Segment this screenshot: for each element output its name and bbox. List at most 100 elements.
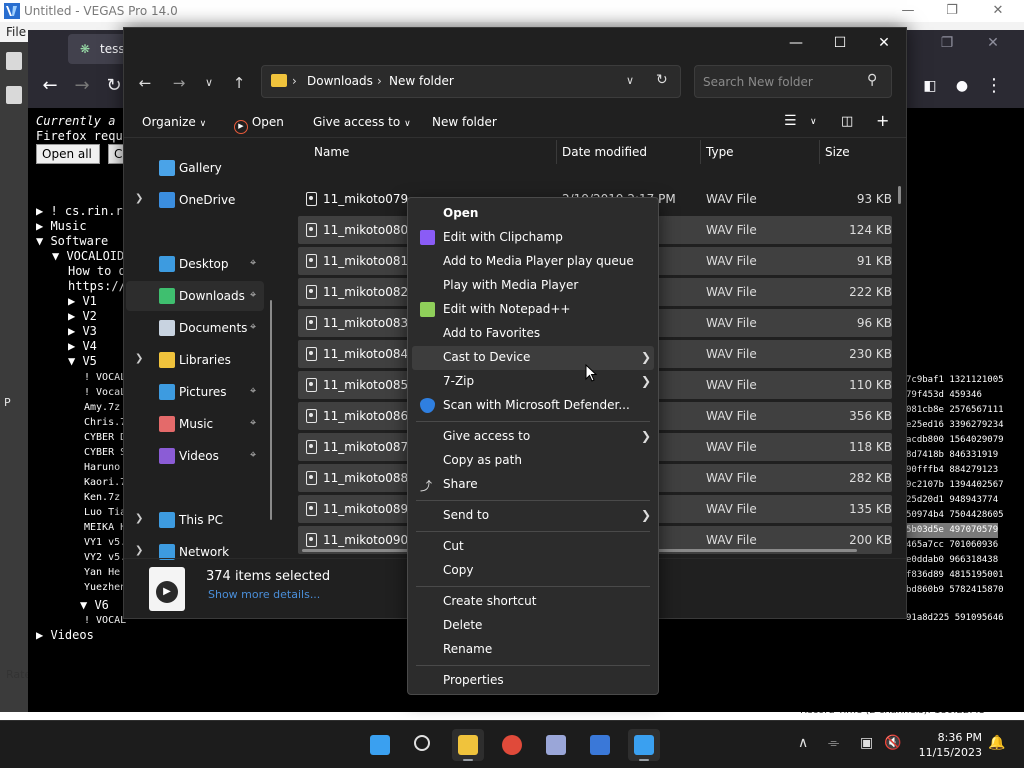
- tree-subitem[interactable]: Yan He: [84, 565, 120, 580]
- network-off-icon[interactable]: ⌯: [828, 735, 839, 751]
- menu-item-cut[interactable]: Cut: [412, 535, 654, 559]
- menu-item-add-to-media-player-play-queue[interactable]: Add to Media Player play queue: [412, 250, 654, 274]
- chrome-button[interactable]: [496, 729, 528, 761]
- show-hidden-icons-chevron-icon[interactable]: ∧: [798, 735, 808, 751]
- app-button[interactable]: [628, 729, 660, 761]
- menu-item-give-access-to[interactable]: Give access to ❯: [412, 425, 654, 449]
- start-button[interactable]: [364, 729, 396, 761]
- column-date-modified[interactable]: Date modified: [562, 145, 647, 159]
- firefox-restore-button[interactable]: ❐: [932, 30, 962, 56]
- tree-item[interactable]: ▶ V4: [68, 339, 97, 354]
- nav-item-documents[interactable]: Documents ⌖: [126, 313, 264, 343]
- tree-subitem[interactable]: Chris.7: [84, 415, 126, 430]
- menu-item-cast-to-device[interactable]: Cast to Device ❯: [412, 346, 654, 370]
- firefox-close-button[interactable]: ✕: [978, 30, 1008, 56]
- pin-icon[interactable]: ⌖: [250, 320, 256, 334]
- tree-subitem[interactable]: MEIKA H: [84, 520, 126, 535]
- tree-item[interactable]: ▼ VOCALOID: [52, 249, 124, 264]
- tree-item[interactable]: ▼ V5: [68, 354, 97, 369]
- breadcrumb-new-folder[interactable]: New folder: [389, 74, 454, 88]
- tree-subitem[interactable]: VY2 v5.: [84, 550, 126, 565]
- tree-item[interactable]: ▶ ! cs.rin.ru: [36, 204, 130, 219]
- tree-item[interactable]: ▶ V2: [68, 309, 97, 324]
- nav-item-desktop[interactable]: Desktop ⌖: [126, 249, 264, 279]
- pin-icon[interactable]: ⌖: [250, 256, 256, 270]
- pin-icon[interactable]: ⌖: [250, 416, 256, 430]
- tree-subitem[interactable]: ! VOCAL: [84, 370, 126, 385]
- pin-icon[interactable]: ⌖: [250, 384, 256, 398]
- menu-item-edit-with-notepad[interactable]: Edit with Notepad++: [412, 298, 654, 322]
- tree-subitem[interactable]: Kaori.7: [84, 475, 126, 490]
- chevron-down-icon[interactable]: ∨: [810, 117, 817, 127]
- tree-subitem[interactable]: Haruno: [84, 460, 120, 475]
- open-all-button[interactable]: Open all: [36, 144, 100, 164]
- vegas-menu-file[interactable]: File: [6, 25, 26, 39]
- column-size[interactable]: Size: [825, 145, 850, 159]
- vegas-new-file-icon[interactable]: [6, 52, 22, 70]
- display-icon[interactable]: ▣: [860, 735, 873, 751]
- add-tab-icon[interactable]: +: [876, 111, 889, 130]
- menu-item-open[interactable]: Open: [412, 202, 654, 226]
- column-divider[interactable]: [556, 140, 557, 164]
- menu-item-delete[interactable]: Delete: [412, 614, 654, 638]
- chevron-right-icon[interactable]: ❯: [135, 545, 143, 556]
- organize-button[interactable]: Organize ∨: [142, 115, 206, 129]
- column-type[interactable]: Type: [706, 145, 734, 159]
- explorer-close-button[interactable]: ✕: [864, 32, 904, 54]
- give-access-button[interactable]: Give access to ∨: [313, 115, 411, 129]
- ff-forward-icon[interactable]: →: [70, 74, 94, 98]
- nav-item-onedrive[interactable]: ❯ OneDrive: [126, 185, 264, 215]
- new-folder-button[interactable]: New folder: [432, 115, 497, 129]
- tree-subitem[interactable]: Ken.7z: [84, 490, 120, 505]
- menu-item-rename[interactable]: Rename: [412, 638, 654, 662]
- nav-scrollbar[interactable]: [270, 300, 272, 520]
- chevron-right-icon[interactable]: ❯: [135, 193, 143, 204]
- taskbar-clock[interactable]: 8:36 PM 11/15/2023: [914, 730, 982, 760]
- explorer-minimize-button[interactable]: —: [776, 32, 816, 54]
- menu-item-add-to-favorites[interactable]: Add to Favorites: [412, 322, 654, 346]
- tree-subitem[interactable]: ! VocaL: [84, 385, 126, 400]
- menu-item-scan-with-microsoft-defender[interactable]: Scan with Microsoft Defender...: [412, 394, 654, 418]
- tree-item[interactable]: ▶ Music: [36, 219, 87, 234]
- tree-subitem[interactable]: Luo Tia: [84, 505, 126, 520]
- pin-icon[interactable]: ⌖: [250, 288, 256, 302]
- vegas-close-button[interactable]: ✕: [988, 2, 1008, 20]
- recent-locations-icon[interactable]: ∨: [196, 70, 222, 96]
- forward-icon[interactable]: →: [166, 70, 192, 96]
- nav-item-downloads[interactable]: Downloads ⌖: [126, 281, 264, 311]
- tree-item[interactable]: ▶ V3: [68, 324, 97, 339]
- pin-icon[interactable]: ⌖: [250, 448, 256, 462]
- nav-item-gallery[interactable]: Gallery: [126, 153, 264, 183]
- tree-subitem[interactable]: CYBER S: [84, 445, 126, 460]
- menu-item-properties[interactable]: Properties: [412, 669, 654, 693]
- details-pane-icon[interactable]: ◫: [841, 114, 853, 129]
- search-icon[interactable]: ⚲: [867, 72, 877, 88]
- vegas-button[interactable]: [584, 729, 616, 761]
- up-icon[interactable]: ↑: [226, 70, 252, 96]
- menu-item-copy[interactable]: Copy: [412, 559, 654, 583]
- column-divider[interactable]: [700, 140, 701, 164]
- nav-item-pictures[interactable]: Pictures ⌖: [126, 377, 264, 407]
- file-explorer-button[interactable]: [452, 729, 484, 761]
- menu-item-copy-as-path[interactable]: Copy as path: [412, 449, 654, 473]
- vegas-tool-icon[interactable]: [6, 86, 22, 104]
- ff-menu-icon[interactable]: ⋮: [982, 74, 1006, 98]
- tree-v6[interactable]: ▼ V6: [80, 598, 109, 613]
- ff-back-icon[interactable]: ←: [38, 74, 62, 98]
- tree-subitem[interactable]: CYBER D: [84, 430, 126, 445]
- notification-bell-icon[interactable]: 🔔: [988, 735, 1005, 751]
- chevron-right-icon[interactable]: ❯: [135, 513, 143, 524]
- address-bar[interactable]: › Downloads › New folder ∨ ↻: [261, 65, 681, 98]
- volume-muted-icon[interactable]: 🔇: [884, 735, 901, 751]
- ff-sidebar-icon[interactable]: ◧: [918, 74, 942, 98]
- menu-item-send-to[interactable]: Send to ❯: [412, 504, 654, 528]
- menu-item-7-zip[interactable]: 7-Zip ❯: [412, 370, 654, 394]
- menu-item-edit-with-clipchamp[interactable]: Edit with Clipchamp: [412, 226, 654, 250]
- column-name[interactable]: Name: [314, 145, 349, 159]
- tree-subitem[interactable]: Amy.7z: [84, 400, 120, 415]
- breadcrumb-downloads[interactable]: Downloads: [307, 74, 373, 88]
- menu-item-create-shortcut[interactable]: Create shortcut: [412, 590, 654, 614]
- search-input[interactable]: [703, 73, 853, 91]
- back-icon[interactable]: ←: [132, 70, 158, 96]
- list-vertical-scrollbar[interactable]: [898, 186, 901, 204]
